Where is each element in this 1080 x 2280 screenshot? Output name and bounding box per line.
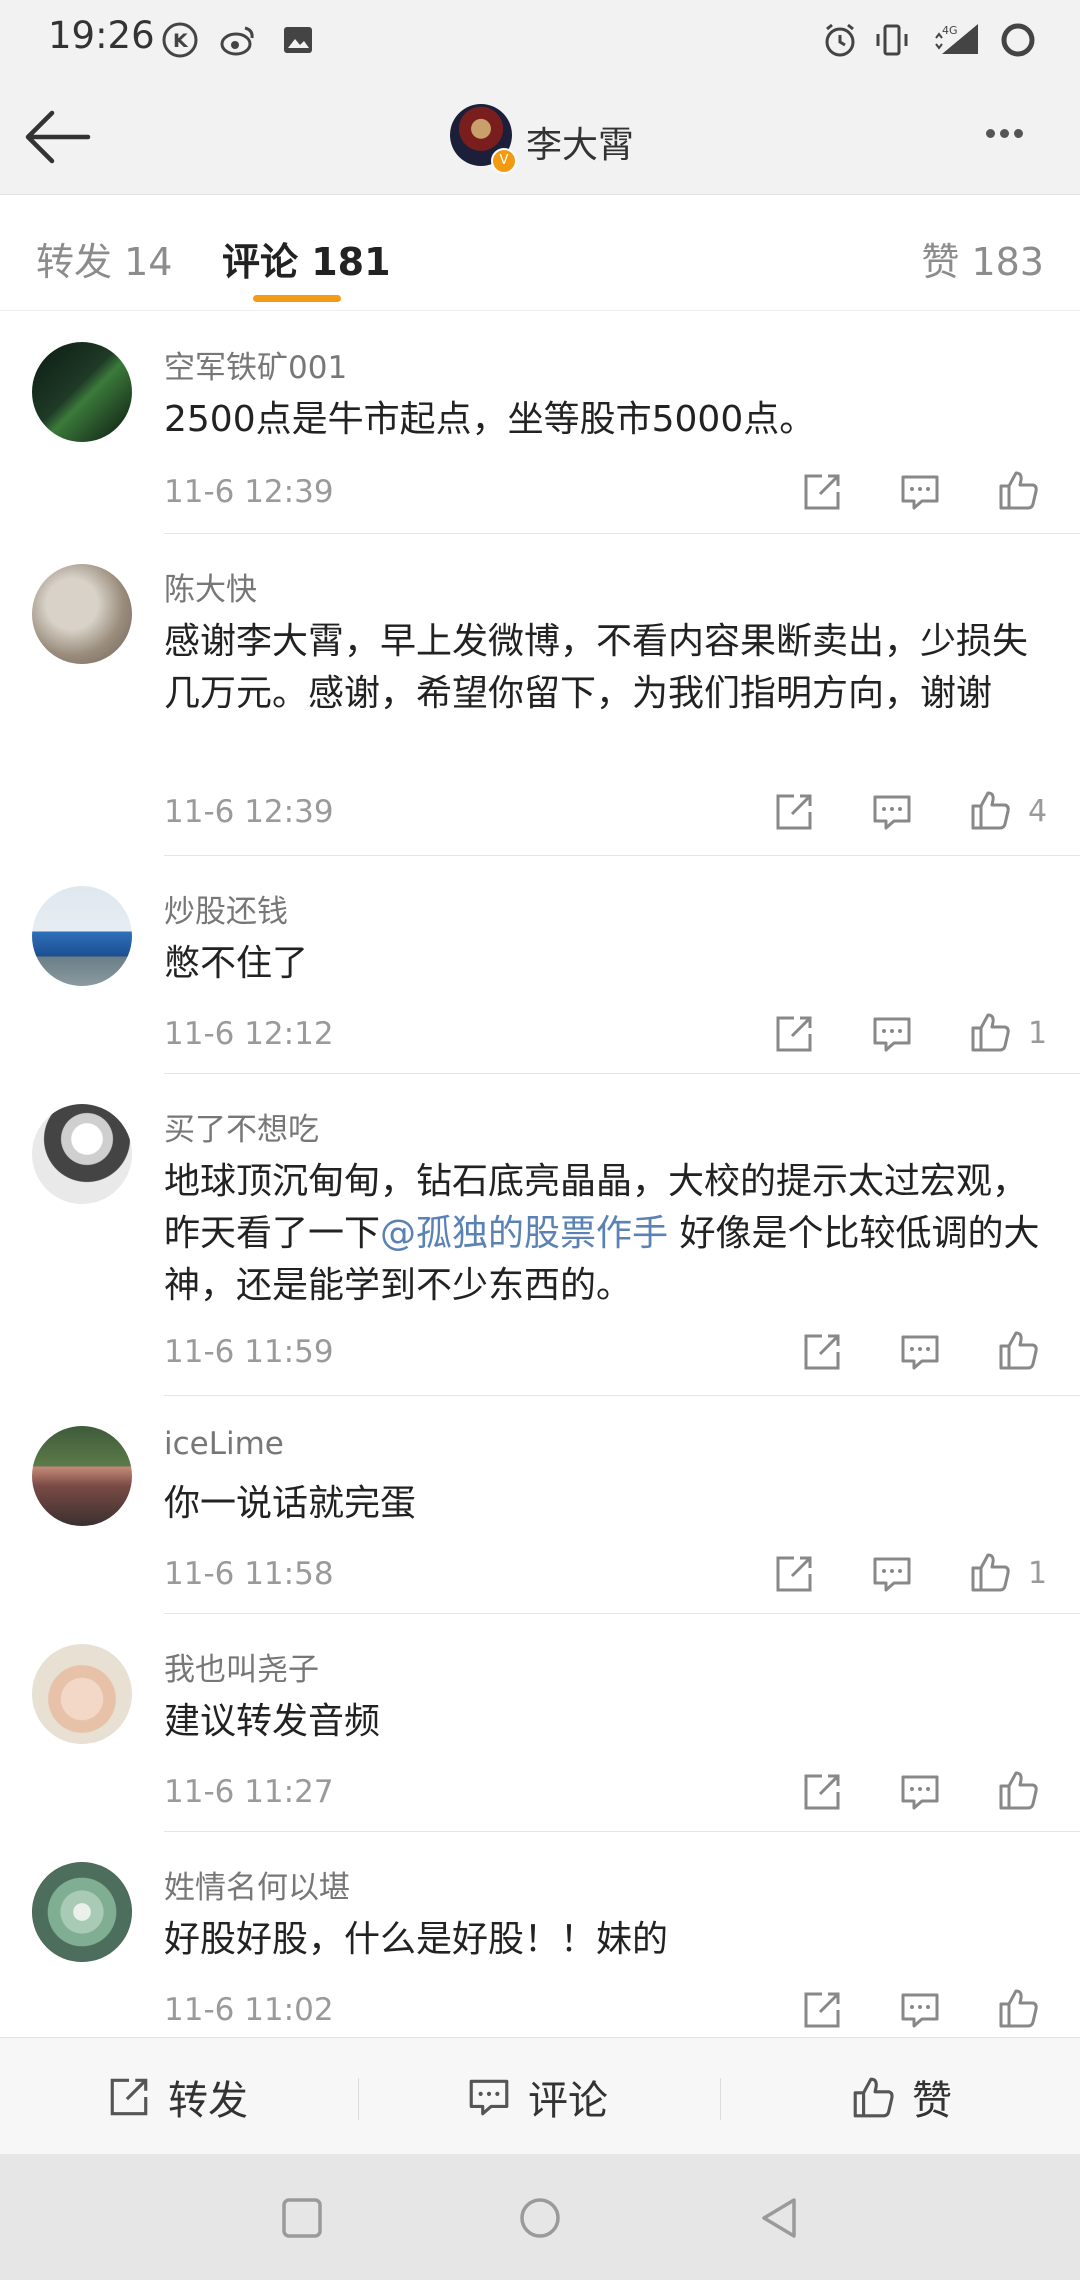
- comment-text: 好股好股，什么是好股！！妹的: [164, 1919, 669, 1960]
- alarm-icon: [825, 23, 855, 57]
- comment-username[interactable]: iceLime: [164, 1426, 284, 1462]
- share-icon[interactable]: [800, 1770, 844, 1814]
- avatar[interactable]: [32, 342, 132, 442]
- comment-item: 炒股还钱 憋不住了 11-6 12:12 1: [0, 856, 1080, 1074]
- comment-username[interactable]: 姓情名何以堪: [164, 1862, 350, 1907]
- comment-item: 买了不想吃 地球顶沉甸甸，钻石底亮晶晶，大校的提示太过宏观，昨天看了一下@孤独的…: [0, 1074, 1080, 1396]
- like-count: 1: [1028, 1016, 1048, 1051]
- repost-label: 转发: [168, 2077, 248, 2124]
- gallery-icon: [284, 27, 312, 53]
- comment-username[interactable]: 陈大快: [164, 564, 257, 609]
- comment-label: 评论: [528, 2077, 608, 2124]
- comment-item: 陈大快 感谢李大霄，早上发微博，不看内容果断卖出，少损失几万元。感谢，希望你留下…: [0, 534, 1080, 856]
- comment-item: 我也叫尧子 建议转发音频 11-6 11:27: [0, 1614, 1080, 1832]
- signal-icon: 4G: [935, 24, 978, 54]
- share-icon[interactable]: [772, 790, 816, 834]
- comment-username[interactable]: 空军铁矿001: [164, 342, 347, 387]
- share-icon[interactable]: [772, 1012, 816, 1056]
- comment-icon[interactable]: [870, 790, 914, 834]
- more-options-icon[interactable]: [986, 114, 1056, 154]
- status-time: 19:26: [48, 14, 155, 57]
- repost-button[interactable]: 转发: [106, 2038, 248, 2155]
- comment-username[interactable]: 买了不想吃: [164, 1104, 319, 1149]
- avatar[interactable]: [32, 1644, 132, 1744]
- divider: [358, 2078, 359, 2120]
- comment-time: 11-6 11:27: [164, 1774, 334, 1810]
- share-icon: [110, 2078, 148, 2115]
- comment-time: 11-6 11:02: [164, 1992, 334, 2028]
- tab-repost[interactable]: 转发 14: [36, 231, 172, 286]
- page-title[interactable]: 李大霄: [526, 116, 634, 168]
- status-bar: 19:26 K 4G: [0, 0, 1080, 80]
- like-thumb-icon: [853, 2077, 894, 2117]
- active-tab-indicator: [253, 295, 341, 302]
- like-thumb-icon[interactable]: [996, 1986, 1040, 2030]
- battery-ring-icon: [1001, 23, 1035, 57]
- like-label: 赞: [912, 2077, 952, 2124]
- like-thumb-icon[interactable]: [996, 1328, 1040, 1372]
- comment-button[interactable]: 评论: [466, 2038, 608, 2155]
- like-count: 4: [1028, 794, 1048, 829]
- comment-text: 2500点是牛市起点，坐等股市5000点。: [164, 399, 816, 440]
- title-bar: V 李大霄: [0, 80, 1080, 195]
- like-thumb-icon[interactable]: [996, 1768, 1040, 1812]
- comment-item: 空军铁矿001 2500点是牛市起点，坐等股市5000点。 11-6 12:39: [0, 312, 1080, 534]
- share-icon[interactable]: [800, 470, 844, 514]
- divider: [720, 2078, 721, 2120]
- bottom-action-bar: 转发 评论 赞: [0, 2037, 1080, 2155]
- comment-username[interactable]: 我也叫尧子: [164, 1644, 319, 1689]
- comment-text: 地球顶沉甸甸，钻石底亮晶晶，大校的提示太过宏观，昨天看了一下@孤独的股票作手 好…: [164, 1156, 1044, 1312]
- comment-time: 11-6 11:58: [164, 1556, 334, 1592]
- tab-bar: 转发 14 评论 181 赞 183: [0, 195, 1080, 311]
- avatar[interactable]: [32, 1104, 132, 1204]
- svg-text:K: K: [173, 30, 189, 52]
- comment-time: 11-6 12:39: [164, 794, 334, 830]
- like-thumb-icon[interactable]: [968, 788, 1012, 832]
- comment-icon[interactable]: [870, 1552, 914, 1596]
- svg-text:4G: 4G: [942, 24, 958, 37]
- avatar[interactable]: [32, 1862, 132, 1962]
- avatar[interactable]: [32, 886, 132, 986]
- comment-icon[interactable]: [898, 1330, 942, 1374]
- comment-time: 11-6 12:39: [164, 474, 334, 510]
- comment-icon: [469, 2079, 509, 2115]
- vibrate-icon: [876, 24, 908, 56]
- share-icon[interactable]: [800, 1330, 844, 1374]
- comment-item: 姓情名何以堪 好股好股，什么是好股！！妹的 11-6 11:02: [0, 1832, 1080, 2032]
- back-triangle-icon[interactable]: [756, 2196, 800, 2240]
- comment-text: 感谢李大霄，早上发微博，不看内容果断卖出，少损失几万元。感谢，希望你留下，为我们…: [164, 621, 1029, 714]
- like-button[interactable]: 赞: [850, 2038, 952, 2155]
- like-thumb-icon[interactable]: [968, 1010, 1012, 1054]
- comment-text: 憋不住了: [164, 943, 309, 984]
- comment-text: 建议转发音频: [164, 1701, 381, 1742]
- system-nav-bar: [0, 2154, 1080, 2280]
- comment-username[interactable]: 炒股还钱: [164, 886, 288, 931]
- comment-list: 空军铁矿001 2500点是牛市起点，坐等股市5000点。 11-6 12:39…: [0, 312, 1080, 2032]
- comment-icon[interactable]: [898, 1988, 942, 2032]
- avatar[interactable]: [32, 564, 132, 664]
- avatar[interactable]: [32, 1426, 132, 1526]
- weibo-icon: [220, 26, 254, 56]
- verified-badge-icon: V: [491, 148, 517, 174]
- comment-text: 你一说话就完蛋: [164, 1483, 417, 1524]
- comment-time: 11-6 12:12: [164, 1016, 334, 1052]
- comment-icon[interactable]: [898, 1770, 942, 1814]
- user-mention-link[interactable]: @孤独的股票作手: [380, 1213, 668, 1254]
- recents-square-icon[interactable]: [280, 2196, 324, 2240]
- tab-likes[interactable]: 赞 183: [921, 231, 1044, 286]
- tab-comments[interactable]: 评论 181: [222, 231, 391, 286]
- back-arrow-icon[interactable]: [20, 105, 92, 169]
- k-app-icon: K: [162, 22, 198, 58]
- share-icon[interactable]: [800, 1988, 844, 2032]
- like-count: 1: [1028, 1556, 1048, 1591]
- comment-item: iceLime 你一说话就完蛋 11-6 11:58 1: [0, 1396, 1080, 1614]
- home-circle-icon[interactable]: [518, 2196, 562, 2240]
- comment-icon[interactable]: [898, 470, 942, 514]
- like-thumb-icon[interactable]: [968, 1550, 1012, 1594]
- comment-icon[interactable]: [870, 1012, 914, 1056]
- comment-time: 11-6 11:59: [164, 1334, 334, 1370]
- share-icon[interactable]: [772, 1552, 816, 1596]
- like-thumb-icon[interactable]: [996, 468, 1040, 512]
